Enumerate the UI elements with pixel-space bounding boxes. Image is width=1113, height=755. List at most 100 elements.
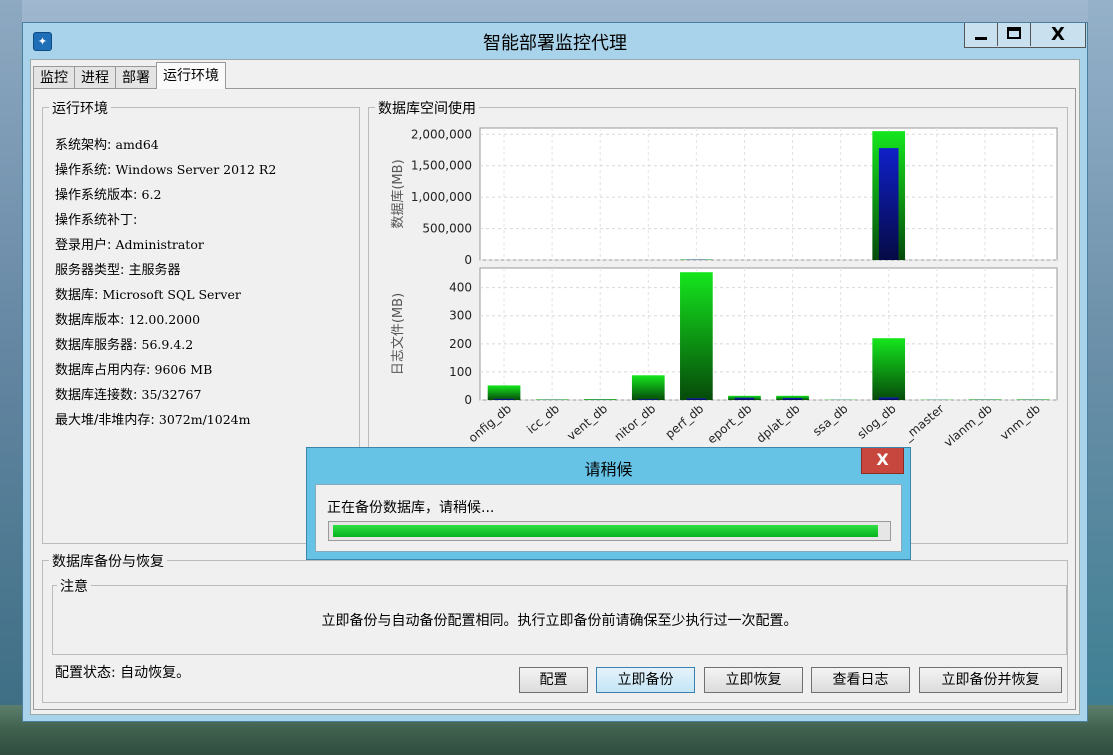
view-log-button[interactable]: 查看日志 <box>811 667 910 693</box>
category-tick-label: dplat_db <box>754 402 803 446</box>
window-title: 智能部署监控代理 <box>483 33 627 54</box>
notice-text: 立即备份与自动备份配置相同。执行立即备份前请确保至少执行过一次配置。 <box>321 613 798 629</box>
minimize-icon <box>975 37 987 40</box>
main-window: ✦ 智能部署监控代理 X 监控 进程 部署 运行环境 运行环境 系统架构: am… <box>22 22 1088 722</box>
category-tick-label: nitor_db <box>612 402 659 444</box>
env-row-heap-memory: 最大堆/非堆内存: 3072m/1024m <box>55 409 276 434</box>
top-panel-ytick-label: 1,500,000 <box>411 159 472 173</box>
top-panel-ytick-label: 2,000,000 <box>411 127 472 141</box>
maximize-icon <box>1007 27 1021 39</box>
bottom-panel-bar-allocated <box>487 385 521 400</box>
env-key: 操作系统版本: <box>55 188 142 203</box>
bottom-panel-bar-used <box>878 397 899 400</box>
category-tick-label: icc_db <box>524 402 562 437</box>
top-panel-ytick-label: 1,000,000 <box>411 190 472 204</box>
backup-progress-bar <box>328 521 891 541</box>
bottom-panel-bar-used <box>782 398 803 400</box>
backup-restore-group: 数据库备份与恢复 注意 立即备份与自动备份配置相同。执行立即备份前请确保至少执行… <box>42 551 1068 703</box>
backup-and-restore-button[interactable]: 立即备份并恢复 <box>919 667 1062 693</box>
env-value: amd64 <box>115 137 159 152</box>
env-key: 数据库占用内存: <box>55 363 155 378</box>
category-tick-label: onfig_db <box>466 402 514 446</box>
bottom-panel-ytick-label: 300 <box>449 309 472 323</box>
env-key: 操作系统: <box>55 163 116 178</box>
title-bar[interactable]: ✦ 智能部署监控代理 X <box>23 23 1087 59</box>
env-row-db-memory: 数据库占用内存: 9606 MB <box>55 359 276 384</box>
top-panel-plot-area <box>479 127 1058 261</box>
env-row-os-version: 操作系统版本: 6.2 <box>55 184 276 209</box>
env-row-os-patch: 操作系统补丁: <box>55 209 276 234</box>
env-key: 数据库连接数: <box>55 388 142 403</box>
tab-runtime-env[interactable]: 运行环境 <box>156 62 226 89</box>
tab-deploy[interactable]: 部署 <box>115 66 157 89</box>
env-value: 56.9.4.2 <box>141 337 194 352</box>
dialog-message: 正在备份数据库，请稍候... <box>327 500 495 516</box>
env-key: 系统架构: <box>55 138 116 153</box>
category-tick-label: slog_db <box>855 402 899 442</box>
env-row-db-server: 数据库服务器: 56.9.4.2 <box>55 334 276 359</box>
minimize-button[interactable] <box>965 23 998 46</box>
env-row-database: 数据库: Microsoft SQL Server <box>55 284 276 309</box>
env-row-os: 操作系统: Windows Server 2012 R2 <box>55 159 276 184</box>
env-row-arch: 系统架构: amd64 <box>55 134 276 159</box>
dialog-close-button[interactable]: X <box>861 448 904 474</box>
env-key: 操作系统补丁: <box>55 213 138 228</box>
dialog-body: 正在备份数据库，请稍候... <box>315 484 902 552</box>
restore-now-button[interactable]: 立即恢复 <box>704 667 803 693</box>
top-panel-ytick-label: 500,000 <box>422 222 472 236</box>
bottom-panel-bar-used <box>686 398 707 400</box>
category-tick-label: vlanm_db <box>941 402 995 450</box>
env-key: 数据库版本: <box>55 313 129 328</box>
env-key: 数据库服务器: <box>55 338 142 353</box>
bottom-panel-ytick-label: 200 <box>449 337 472 351</box>
notice-title: 注意 <box>57 576 91 596</box>
runtime-env-list: 系统架构: amd64 操作系统: Windows Server 2012 R2… <box>55 134 276 434</box>
top-panel-ylabel: 数据库(MB) <box>390 159 406 228</box>
env-value: Windows Server 2012 R2 <box>115 162 277 177</box>
bottom-panel-bar-allocated <box>872 338 906 400</box>
backup-now-button[interactable]: 立即备份 <box>596 667 695 693</box>
bottom-panel-ytick-label: 400 <box>449 281 472 295</box>
category-tick-label: vnm_db <box>997 402 1042 443</box>
category-tick-label: vent_db <box>564 402 610 444</box>
dialog-title[interactable]: 请稍候 <box>307 456 910 480</box>
config-status-label: 配置状态: <box>55 665 121 681</box>
env-value: 12.00.2000 <box>128 312 201 327</box>
configure-button[interactable]: 配置 <box>519 667 588 693</box>
runtime-env-title: 运行环境 <box>49 98 111 118</box>
desktop-background-left <box>0 0 22 705</box>
env-key: 数据库: <box>55 288 103 303</box>
env-value: 9606 MB <box>154 362 213 377</box>
env-row-db-version: 数据库版本: 12.00.2000 <box>55 309 276 334</box>
category-tick-label: _master <box>900 402 947 444</box>
env-value: 3072m/1024m <box>158 412 251 427</box>
notice-box: 注意 立即备份与自动备份配置相同。执行立即备份前请确保至少执行过一次配置。 <box>52 576 1067 655</box>
tab-monitor[interactable]: 监控 <box>33 66 75 89</box>
bottom-panel-ytick-label: 0 <box>464 393 472 407</box>
close-button[interactable]: X <box>1031 23 1085 46</box>
tab-process[interactable]: 进程 <box>74 66 116 89</box>
env-value: 6.2 <box>141 187 162 202</box>
config-status: 配置状态: 自动恢复。 <box>55 662 190 682</box>
backup-restore-title: 数据库备份与恢复 <box>49 551 167 571</box>
backup-progress-fill <box>333 525 878 537</box>
top-panel-ytick-label: 0 <box>464 253 472 267</box>
tab-panel-runtime-env: 运行环境 系统架构: amd64 操作系统: Windows Server 20… <box>33 88 1076 710</box>
tab-bar: 监控 进程 部署 运行环境 <box>33 62 226 89</box>
env-row-db-connections: 数据库连接数: 35/32767 <box>55 384 276 409</box>
env-key: 最大堆/非堆内存: <box>55 413 159 428</box>
bottom-panel-bar-used <box>494 398 514 400</box>
env-value: Administrator <box>115 237 204 252</box>
config-status-value: 自动恢复。 <box>120 665 191 681</box>
bottom-panel-bar-allocated <box>631 375 665 400</box>
env-key: 服务器类型: <box>55 263 129 278</box>
bottom-panel-bar-used <box>734 397 755 400</box>
env-row-login-user: 登录用户: Administrator <box>55 234 276 259</box>
category-tick-label: perf_db <box>663 402 707 442</box>
bottom-panel-bar-allocated <box>680 272 713 400</box>
close-icon: X <box>1051 24 1065 45</box>
close-icon: X <box>876 450 889 469</box>
top-panel-bar-used <box>878 148 899 260</box>
please-wait-dialog: 请稍候 X 正在备份数据库，请稍候... <box>306 447 911 560</box>
maximize-button[interactable] <box>998 23 1031 46</box>
